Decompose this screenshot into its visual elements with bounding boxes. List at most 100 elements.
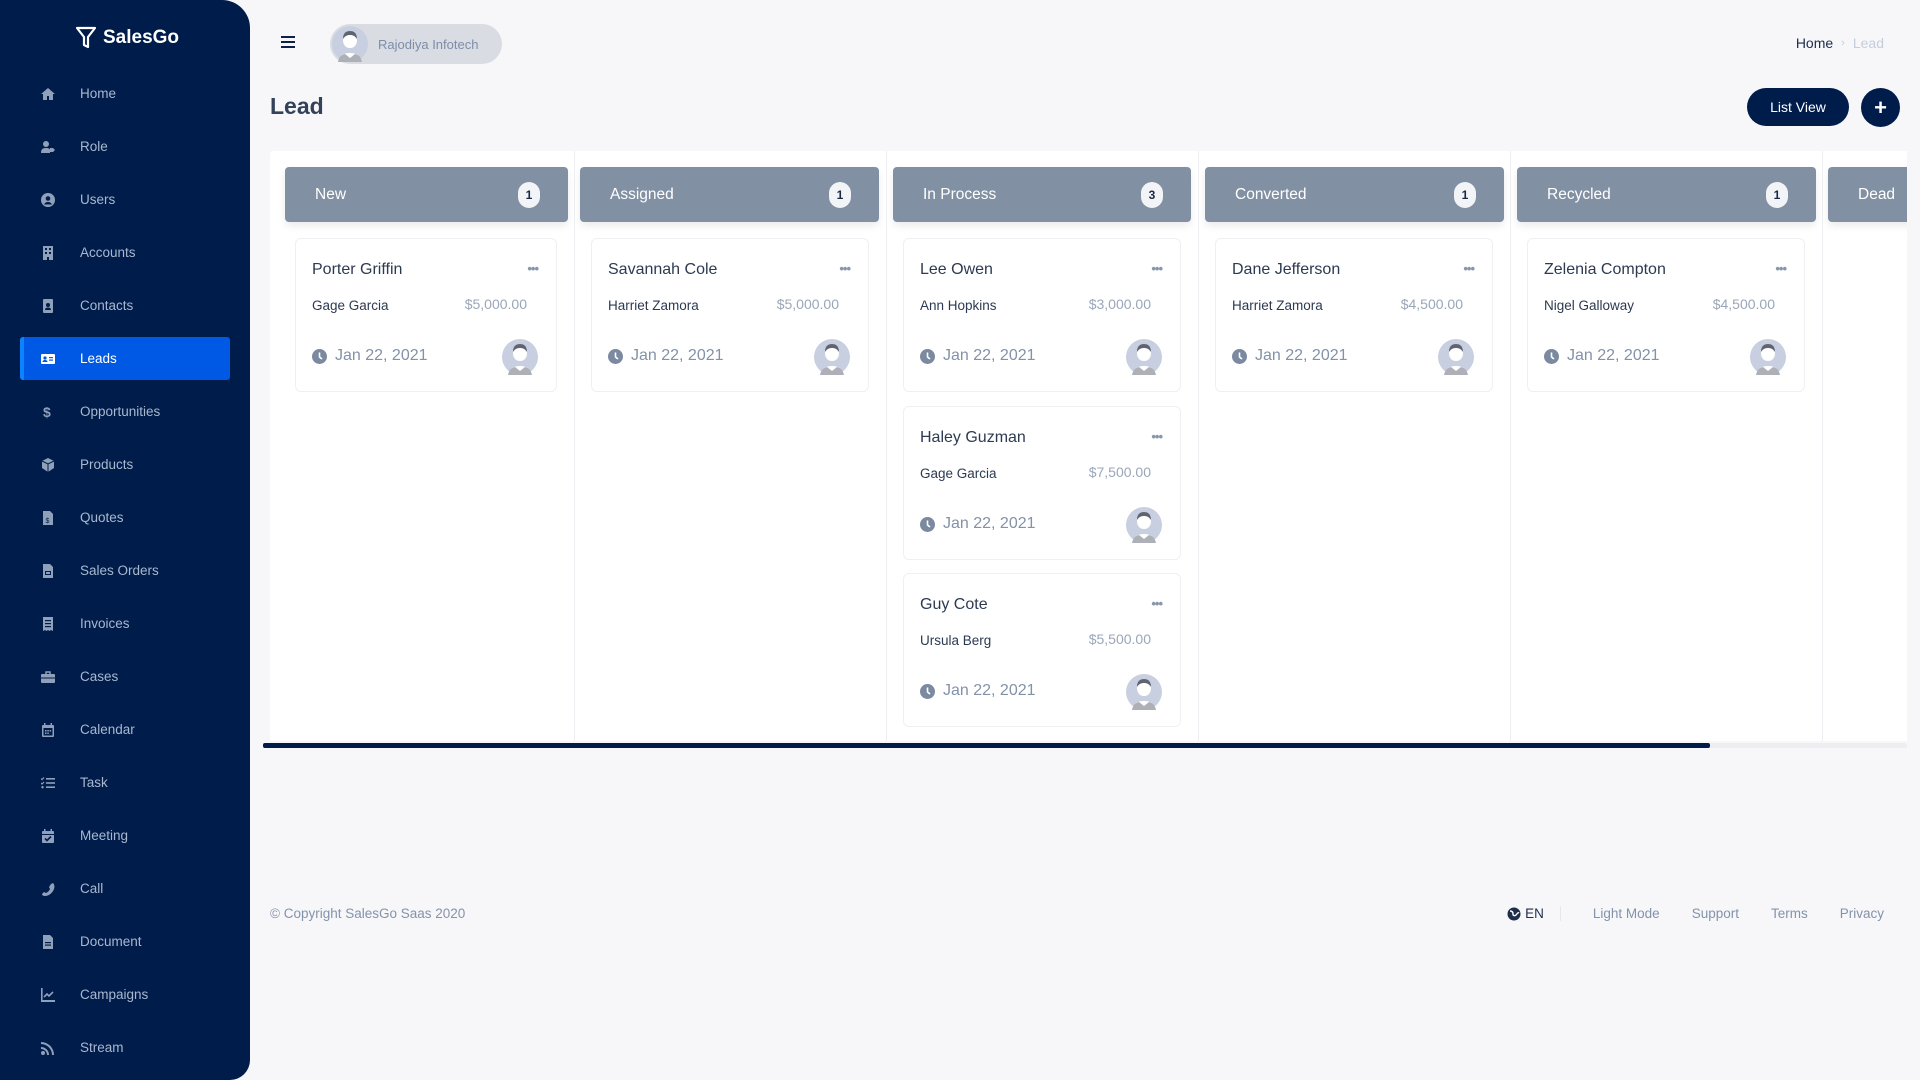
column-header-in-process[interactable]: In Process 3 <box>893 167 1191 222</box>
sidebar-item-leads[interactable]: Leads <box>20 337 230 380</box>
sidebar-item-label: Calendar <box>80 722 135 737</box>
footer-link-privacy[interactable]: Privacy <box>1840 906 1884 921</box>
sidebar-item-users[interactable]: Users <box>20 178 230 221</box>
list-view-button[interactable]: List View <box>1747 88 1849 126</box>
lead-date: Jan 22, 2021 <box>608 347 724 365</box>
sidebar-item-label: Leads <box>80 351 117 366</box>
more-options-icon[interactable]: ••• <box>1151 429 1163 444</box>
brand-name: SalesGo <box>103 27 180 48</box>
clock-icon <box>920 683 935 699</box>
more-options-icon[interactable]: ••• <box>1151 261 1163 276</box>
lead-card[interactable]: Savannah Cole ••• Harriet Zamora $5,000.00 J… <box>591 238 869 392</box>
hamburger-line <box>281 41 295 43</box>
lead-amount: $5,500.00 <box>1088 631 1151 647</box>
sidebar-item-invoices[interactable]: Invoices <box>20 602 230 645</box>
sidebar-item-accounts[interactable]: Accounts <box>20 231 230 274</box>
lead-card[interactable]: Dane Jefferson ••• Harriet Zamora $4,500.00… <box>1215 238 1493 392</box>
svg-text:$: $ <box>46 518 50 525</box>
lead-amount: $7,500.00 <box>1088 464 1151 480</box>
sidebar-item-cases[interactable]: Cases <box>20 655 230 698</box>
lead-date-text: Jan 22, 2021 <box>631 347 724 364</box>
column-count-badge: 1 <box>1766 181 1788 208</box>
home-icon <box>38 87 58 101</box>
footer-link-terms[interactable]: Terms <box>1771 906 1808 921</box>
sidebar-item-sales-orders[interactable]: Sales Orders <box>20 549 230 592</box>
more-options-icon[interactable]: ••• <box>1151 596 1163 611</box>
sidebar-item-task[interactable]: Task <box>20 761 230 804</box>
column-header-assigned[interactable]: Assigned 1 <box>580 167 879 222</box>
sidebar-item-label: Role <box>80 139 108 154</box>
column-header-new[interactable]: New 1 <box>285 167 568 222</box>
sidebar-item-quotes[interactable]: $ Quotes <box>20 496 230 539</box>
assignee-avatar <box>502 339 538 375</box>
add-lead-button[interactable]: + <box>1861 88 1900 127</box>
sidebar-item-label: Sales Orders <box>80 563 159 578</box>
lead-date: Jan 22, 2021 <box>920 347 1036 365</box>
sidebar-item-contacts[interactable]: Contacts <box>20 284 230 327</box>
sidebar-nav: Home Role Users Accounts Contacts Leads $ Oppor… <box>20 72 230 1079</box>
breadcrumb-separator: › <box>1841 37 1845 49</box>
sidebar-item-opportunities[interactable]: $ Opportunities <box>20 390 230 433</box>
clock-icon <box>608 348 623 364</box>
more-options-icon[interactable]: ••• <box>1775 261 1787 276</box>
sidebar-item-products[interactable]: Products <box>20 443 230 486</box>
lead-name: Savannah Cole <box>608 261 718 278</box>
organization-switcher[interactable]: Rajodiya Infotech <box>330 24 502 64</box>
sidebar-item-label: Campaigns <box>80 987 149 1002</box>
breadcrumb-home[interactable]: Home <box>1796 35 1833 51</box>
lead-card[interactable]: Haley Guzman ••• Gage Garcia $7,500.00 Jan 2… <box>903 406 1181 560</box>
lead-card[interactable]: Lee Owen ••• Ann Hopkins $3,000.00 Jan 22, 2… <box>903 238 1181 392</box>
column-count-badge: 3 <box>1141 181 1163 208</box>
lead-date-text: Jan 22, 2021 <box>335 347 428 364</box>
lead-account: Ursula Berg <box>920 633 992 648</box>
page-title: Lead <box>270 93 324 119</box>
hamburger-line <box>281 46 295 48</box>
language-selector[interactable]: EN <box>1507 906 1561 921</box>
lead-date: Jan 22, 2021 <box>920 515 1036 533</box>
lead-card[interactable]: Porter Griffin ••• Gage Garcia $5,000.00 Jan… <box>295 238 557 392</box>
building-icon <box>38 245 58 260</box>
more-options-icon[interactable]: ••• <box>527 261 539 276</box>
lead-name: Dane Jefferson <box>1232 261 1341 278</box>
column-header-converted[interactable]: Converted 1 <box>1205 167 1504 222</box>
sidebar-item-stream[interactable]: Stream <box>20 1026 230 1069</box>
sidebar-item-document[interactable]: Document <box>20 920 230 963</box>
dollar-icon: $ <box>38 405 58 419</box>
sidebar-item-label: Task <box>80 775 108 790</box>
tasks-icon <box>38 776 58 790</box>
sidebar-item-role[interactable]: Role <box>20 125 230 168</box>
clock-icon <box>920 348 935 364</box>
footer-link-support[interactable]: Support <box>1692 906 1739 921</box>
column-title: Converted <box>1235 185 1307 203</box>
footer-link-light-mode[interactable]: Light Mode <box>1593 906 1660 921</box>
globe-icon <box>1507 907 1521 920</box>
column-header-dead[interactable]: Dead <box>1828 167 1907 222</box>
sidebar-item-meeting[interactable]: Meeting <box>20 814 230 857</box>
lead-card[interactable]: Guy Cote ••• Ursula Berg $5,500.00 Jan 22, 2… <box>903 573 1181 727</box>
assignee-avatar <box>1438 339 1474 375</box>
sidebar-item-home[interactable]: Home <box>20 72 230 115</box>
kanban-board: New 1 Porter Griffin ••• Gage Garcia $5,000.0… <box>270 151 1907 741</box>
menu-toggle-button[interactable] <box>281 36 295 48</box>
sidebar-item-campaigns[interactable]: Campaigns <box>20 973 230 1016</box>
sidebar-item-call[interactable]: Call <box>20 867 230 910</box>
copyright: © Copyright SalesGo Saas 2020 <box>270 906 466 921</box>
lead-date-text: Jan 22, 2021 <box>1567 347 1660 364</box>
user-circle-icon <box>38 192 58 207</box>
column-divider <box>574 151 575 741</box>
brand-logo[interactable]: SalesGo <box>75 26 179 50</box>
more-options-icon[interactable]: ••• <box>839 261 851 276</box>
sidebar-item-calendar[interactable]: Calendar <box>20 708 230 751</box>
language-code: EN <box>1525 906 1544 921</box>
lead-name: Haley Guzman <box>920 429 1026 446</box>
lead-card[interactable]: Zelenia Compton ••• Nigel Galloway $4,500.0… <box>1527 238 1805 392</box>
lead-date-text: Jan 22, 2021 <box>943 515 1036 532</box>
hamburger-line <box>281 36 295 38</box>
column-header-recycled[interactable]: Recycled 1 <box>1517 167 1816 222</box>
sidebar-item-label: Accounts <box>80 245 136 260</box>
assignee-avatar <box>1750 339 1786 375</box>
more-options-icon[interactable]: ••• <box>1463 261 1475 276</box>
lead-amount: $5,000.00 <box>776 296 839 312</box>
horizontal-scrollbar[interactable] <box>263 743 1907 748</box>
scrollbar-thumb[interactable] <box>263 743 1710 748</box>
